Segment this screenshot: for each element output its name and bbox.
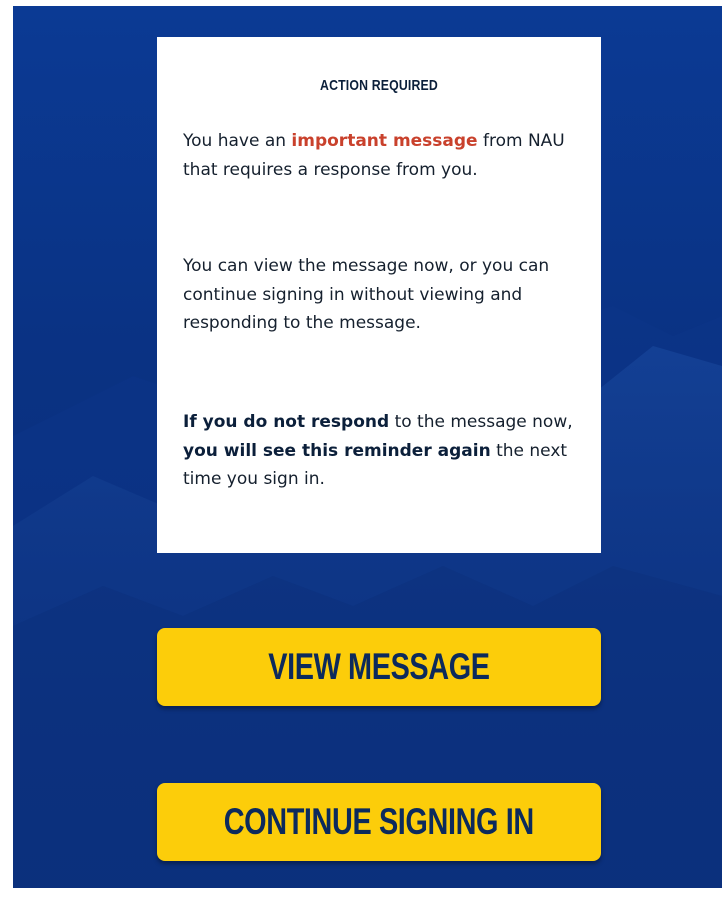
sign-in-background: ACTION REQUIRED You have an important me… bbox=[13, 6, 722, 888]
view-message-label: VIEW MESSAGE bbox=[268, 646, 490, 687]
reminder-bold-text: you will see this reminder again bbox=[183, 440, 491, 461]
continue-signing-in-button[interactable]: CONTINUE SIGNING IN bbox=[157, 783, 601, 861]
message-notice-paragraph: You have an important message from NAU t… bbox=[183, 127, 583, 184]
reminder-bold-text: If you do not respond bbox=[183, 412, 390, 432]
card-heading: ACTION REQUIRED bbox=[320, 77, 438, 94]
notice-text: You have an bbox=[183, 131, 292, 151]
view-message-button[interactable]: VIEW MESSAGE bbox=[157, 628, 601, 706]
reminder-text: to the message now, bbox=[389, 412, 573, 432]
reminder-paragraph: If you do not respond to the message now… bbox=[183, 408, 583, 494]
continue-signing-in-label: CONTINUE SIGNING IN bbox=[223, 801, 535, 842]
action-required-card: ACTION REQUIRED You have an important me… bbox=[157, 37, 601, 553]
options-paragraph: You can view the message now, or you can… bbox=[183, 256, 550, 333]
important-message-highlight: important message bbox=[291, 131, 478, 151]
